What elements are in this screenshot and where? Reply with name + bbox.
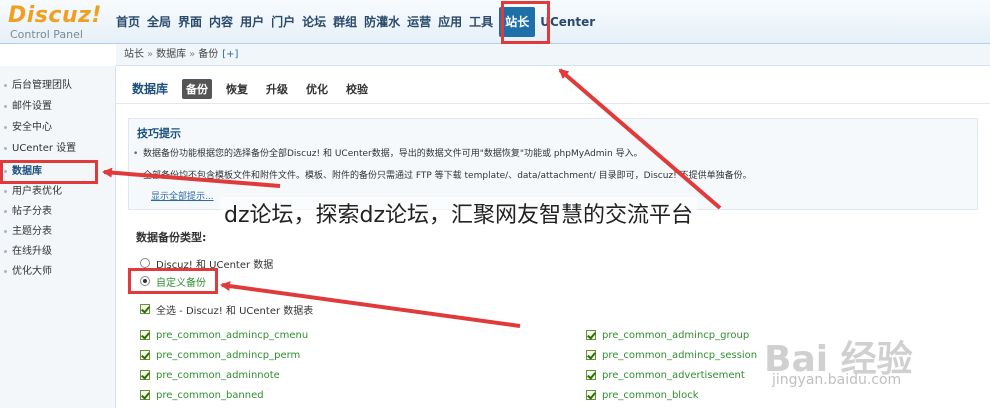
table-checkbox[interactable]: pre_common_advertisement xyxy=(586,366,745,384)
table-checkbox[interactable]: pre_common_banned xyxy=(140,386,264,404)
table-name: pre_common_adminnote xyxy=(156,369,280,381)
checkbox-label: 全选 - Discuz! 和 UCenter 数据表 xyxy=(156,305,314,317)
breadcrumb: 站长» 数据库» 备份 [+] xyxy=(116,44,990,66)
add-shortcut-button[interactable]: [+] xyxy=(222,49,238,60)
breadcrumb-root[interactable]: 站长 xyxy=(124,49,144,60)
logo[interactable]: Discuz! Control Panel xyxy=(8,4,102,42)
table-checkbox[interactable]: pre_common_admincp_session xyxy=(586,346,757,364)
nav-item-tools[interactable]: 工具 xyxy=(466,11,496,33)
table-checkbox[interactable]: pre_common_admincp_group xyxy=(586,326,749,344)
table-name: pre_common_admincp_cmenu xyxy=(156,329,309,341)
table-name: pre_common_advertisement xyxy=(602,369,745,381)
nav-item-group[interactable]: 群组 xyxy=(330,11,360,33)
highlight-box-database xyxy=(0,160,98,184)
checkbox-icon[interactable] xyxy=(140,350,150,360)
backup-type-title: 数据备份类型: xyxy=(136,231,207,244)
nav-item-home[interactable]: 首页 xyxy=(113,11,143,33)
nav-item-plugin[interactable]: 应用 xyxy=(435,11,465,33)
radio-circle-icon[interactable] xyxy=(140,258,150,268)
header-bar: Discuz! Control Panel 首页 全局 界面 内容 用户 门户 … xyxy=(0,0,990,44)
tips-title: 技巧提示 xyxy=(137,127,181,140)
caption-overlay: dz论坛，探索dz论坛，汇聚网友智慧的交流平台 xyxy=(220,197,698,229)
highlight-box-founder-tab xyxy=(501,1,550,44)
checkbox-icon[interactable] xyxy=(586,390,596,400)
table-name: pre_common_admincp_group xyxy=(602,329,750,341)
breadcrumb-section[interactable]: 数据库 xyxy=(156,49,186,60)
table-checkbox[interactable]: pre_common_adminnote xyxy=(140,366,280,384)
table-name: pre_common_admincp_session xyxy=(602,349,758,361)
sidebar-item-member-split[interactable]: 用户表优化 xyxy=(0,182,116,202)
checkbox-icon[interactable] xyxy=(586,330,596,340)
nav-item-content[interactable]: 内容 xyxy=(206,11,236,33)
tab-upgrade[interactable]: 升级 xyxy=(262,79,292,99)
table-checkbox[interactable]: pre_common_admincp_perm xyxy=(140,346,300,364)
checkbox-icon[interactable] xyxy=(140,370,150,380)
logo-subtitle: Control Panel xyxy=(10,28,83,41)
sidebar-item-mail[interactable]: 邮件设置 xyxy=(0,97,116,117)
checkbox-icon[interactable] xyxy=(140,390,150,400)
sidebar-item-upgrade[interactable]: 在线升级 xyxy=(0,242,116,262)
highlight-box-custom-backup xyxy=(128,268,218,294)
breadcrumb-page: 备份 xyxy=(198,49,219,60)
nav-item-safe[interactable]: 防灌水 xyxy=(361,11,403,33)
table-name: pre_common_block xyxy=(602,389,699,401)
sidebar: 后台管理团队 邮件设置 安全中心 UCenter 设置 数据库 用户表优化 帖子… xyxy=(0,66,116,408)
tab-check[interactable]: 校验 xyxy=(342,79,372,99)
checkbox-icon[interactable] xyxy=(586,370,596,380)
tips-line: 全部备份均不包含模板文件和附件文件。模板、附件的备份只需通过 FTP 等下载 t… xyxy=(129,167,977,189)
checkbox-icon[interactable] xyxy=(140,304,150,314)
tab-optimize[interactable]: 优化 xyxy=(302,79,332,99)
sidebar-item-post-split[interactable]: 帖子分表 xyxy=(0,202,116,222)
sub-navigation: 数据库 备份 恢复 升级 优化 校验 xyxy=(116,74,990,104)
watermark-url: jingyan.baidu.com xyxy=(772,372,902,388)
sidebar-item-optimizer[interactable]: 优化大师 xyxy=(0,262,116,282)
checkbox-icon[interactable] xyxy=(140,330,150,340)
checkbox-icon[interactable] xyxy=(586,350,596,360)
table-name: pre_common_admincp_perm xyxy=(156,349,301,361)
nav-item-forum[interactable]: 论坛 xyxy=(299,11,329,33)
tab-restore[interactable]: 恢复 xyxy=(222,79,252,99)
tab-backup[interactable]: 备份 xyxy=(182,78,213,99)
logo-brand: Discuz! xyxy=(8,3,102,28)
nav-item-style[interactable]: 界面 xyxy=(175,11,205,33)
table-checkbox[interactable]: pre_common_admincp_cmenu xyxy=(140,326,308,344)
sidebar-item-ucenter-settings[interactable]: UCenter 设置 xyxy=(0,139,116,159)
nav-item-user[interactable]: 用户 xyxy=(237,11,267,33)
sidebar-item-security[interactable]: 安全中心 xyxy=(0,118,116,138)
checkbox-select-all[interactable]: 全选 - Discuz! 和 UCenter 数据表 xyxy=(140,300,313,318)
sidebar-item-admin-team[interactable]: 后台管理团队 xyxy=(0,76,116,96)
breadcrumb-separator: » xyxy=(147,49,154,60)
table-checkbox[interactable]: pre_common_block xyxy=(586,386,698,404)
tips-line: 数据备份功能根据您的选择备份全部Discuz! 和 UCenter数据，导出的数… xyxy=(129,145,977,167)
sidebar-item-thread-split[interactable]: 主题分表 xyxy=(0,222,116,242)
nav-item-extended[interactable]: 运营 xyxy=(404,11,434,33)
page-title: 数据库 xyxy=(132,82,169,96)
breadcrumb-separator: » xyxy=(189,49,196,60)
show-all-tips-link[interactable]: 显示全部提示... xyxy=(129,192,214,202)
nav-item-portal[interactable]: 门户 xyxy=(268,11,298,33)
table-name: pre_common_banned xyxy=(156,389,264,401)
nav-item-global[interactable]: 全局 xyxy=(144,11,174,33)
